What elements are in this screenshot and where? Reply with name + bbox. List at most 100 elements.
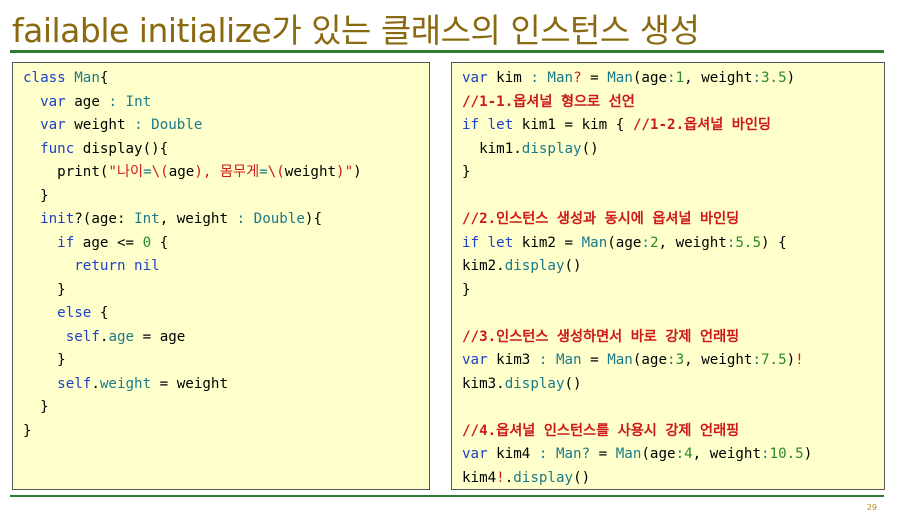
code-token: ? <box>573 70 582 86</box>
code-token: display <box>504 375 565 392</box>
code-token: Man <box>615 446 642 462</box>
code-token: return <box>74 258 126 274</box>
code-line: } <box>23 279 429 303</box>
code-comment: //1-2.옵셔널 바인딩 <box>632 117 771 133</box>
code-token: (age <box>632 70 668 86</box>
code-token: = <box>581 70 608 86</box>
code-token: 2 <box>649 234 659 251</box>
code-token: () <box>564 375 582 392</box>
code-token: weight <box>99 375 152 392</box>
code-token: Man <box>607 70 633 86</box>
code-token: . <box>91 375 100 392</box>
code-line: if let kim1 = kim { //1-2.옵셔널 바인딩 <box>462 114 884 138</box>
code-token: var <box>462 352 488 368</box>
code-line: } <box>462 161 884 185</box>
code-token: } <box>23 422 32 439</box>
code-token: ! <box>795 352 804 368</box>
code-token: age <= <box>74 234 143 251</box>
code-token: \( <box>267 164 285 180</box>
code-token: if <box>57 234 75 251</box>
code-token: . <box>504 469 514 486</box>
code-line: kim2.display() <box>462 255 884 279</box>
code-line: //2.인스턴스 생성과 동시에 옵셔널 바인딩 <box>462 208 884 232</box>
code-token: if <box>462 117 480 133</box>
code-token: () <box>581 140 599 157</box>
code-token: 0 <box>142 234 152 251</box>
code-line: var kim3 : Man = Man(age:3, weight:7.5)! <box>462 349 884 373</box>
code-token: ) { <box>761 234 787 251</box>
code-token: Double <box>245 211 305 227</box>
code-token: kim3 <box>487 352 539 368</box>
code-token: var <box>40 93 66 110</box>
code-token: } <box>40 187 49 204</box>
code-line: //3.인스턴스 생성하면서 바로 강제 언래핑 <box>462 326 884 350</box>
code-token: = <box>143 164 152 180</box>
code-line: func display(){ <box>23 138 429 162</box>
code-token: : <box>761 446 770 462</box>
code-line: //1-1.옵셔널 형으로 선언 <box>462 91 884 115</box>
code-token: display <box>504 258 565 274</box>
code-token: } <box>462 164 471 180</box>
code-token: age <box>108 328 135 345</box>
code-line: self.weight = weight <box>23 373 429 397</box>
code-token: : <box>675 446 685 462</box>
code-token: Man <box>538 70 574 86</box>
code-token: Man <box>547 352 582 368</box>
code-token: ){ <box>304 211 322 227</box>
code-token: ) <box>786 70 796 86</box>
code-token: func <box>40 140 75 157</box>
code-token: (age <box>632 352 668 368</box>
code-comment: //3.인스턴스 생성하면서 바로 강제 언래핑 <box>462 328 740 345</box>
code-token: self <box>57 375 92 392</box>
code-line: } <box>23 396 429 420</box>
code-token: else <box>57 305 92 321</box>
code-token: ? <box>581 446 591 462</box>
code-token: var <box>462 70 488 86</box>
code-line: } <box>462 279 884 303</box>
code-line: kim4!.display() <box>462 467 884 491</box>
code-token: 5.5 <box>735 234 762 251</box>
code-token: kim2. <box>462 258 505 274</box>
code-token: } <box>462 281 471 298</box>
code-line: //4.옵셔널 인스턴스를 사용시 강제 언래핑 <box>462 420 884 444</box>
code-token: age <box>159 328 186 345</box>
code-token: display(){ <box>74 140 169 157</box>
code-token: Man <box>74 70 100 86</box>
code-token: 4 <box>684 446 693 462</box>
code-token: nil <box>134 258 160 274</box>
code-token: } <box>57 352 66 368</box>
code-token: print( <box>57 164 109 180</box>
code-line: class Man{ <box>23 67 429 91</box>
code-token: : <box>752 352 761 368</box>
code-token: , weight <box>159 211 237 227</box>
code-token: ! <box>496 469 505 486</box>
slide-title: failable initialize가 있는 클래스의 인스턴스 생성 <box>12 11 700 50</box>
code-line: } <box>23 349 429 373</box>
code-line: kim3.display() <box>462 373 884 397</box>
code-token: age <box>168 164 195 180</box>
code-token: ) <box>803 446 813 462</box>
code-token: kim <box>487 70 531 86</box>
code-line: var weight : Double <box>23 114 429 138</box>
code-token: \( <box>151 164 169 180</box>
code-token: : <box>530 70 539 86</box>
code-token: Int <box>134 211 160 227</box>
code-token: ), 몸무게 <box>194 164 260 180</box>
code-token: "나이 <box>108 164 144 180</box>
code-token: weight <box>65 117 135 133</box>
code-token: { <box>91 305 109 321</box>
code-token: ) <box>786 352 796 368</box>
code-token: weight <box>284 164 337 180</box>
code-token: (age <box>641 446 676 462</box>
code-token: , weight <box>658 234 727 251</box>
code-token: : <box>236 211 246 227</box>
code-token: kim3. <box>462 375 505 392</box>
code-line: kim1.display() <box>462 138 884 162</box>
title-divider <box>10 50 884 53</box>
code-token: Man <box>581 234 608 251</box>
code-token: let <box>479 117 514 133</box>
